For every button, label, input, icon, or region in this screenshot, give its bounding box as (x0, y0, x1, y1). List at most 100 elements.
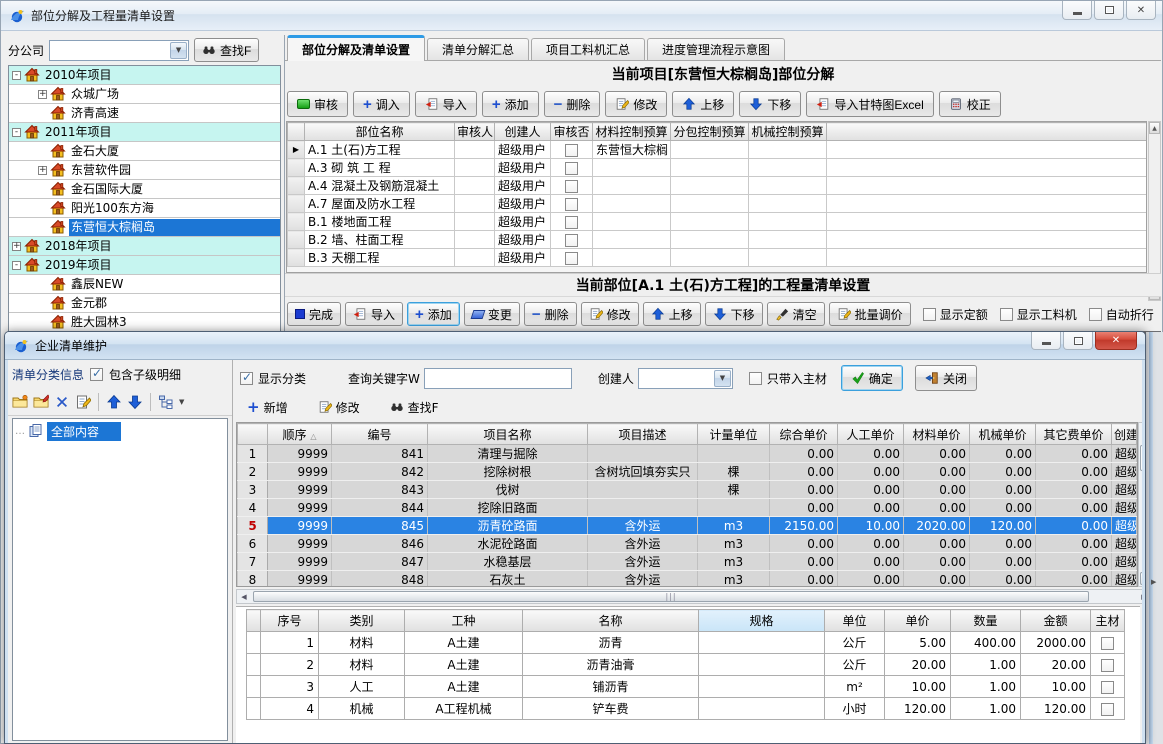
table-row[interactable]: A.7 屋面及防水工程 超级用户 (288, 195, 1148, 213)
main-material-checkbox[interactable] (1101, 659, 1114, 672)
import-button[interactable]: 导入 (345, 302, 403, 326)
column-header[interactable]: 项目名称 (428, 424, 588, 445)
ok-button[interactable]: 确定 (841, 365, 903, 391)
column-header[interactable]: 项目描述 (588, 424, 698, 445)
table-row[interactable]: 3人工A土建铺沥青m²10.001.0010.00 (247, 676, 1125, 698)
column-header[interactable]: 其它费单价 (1036, 424, 1112, 445)
main-titlebar[interactable]: 部位分解及工程量清单设置 (1, 1, 1162, 31)
delete-button[interactable]: −删除 (544, 91, 601, 117)
column-header[interactable]: 机械单价 (970, 424, 1036, 445)
tree-item[interactable]: - 2011年项目 (9, 123, 280, 142)
table-row[interactable]: 29999842挖除树根含树坑回填夯实只棵0.000.000.000.000.0… (238, 463, 1137, 481)
tree-item[interactable]: 济青高速 (9, 104, 280, 123)
main-material-checkbox[interactable] (1101, 703, 1114, 716)
move-down-icon[interactable] (127, 394, 143, 410)
add-button[interactable]: +添加 (407, 302, 460, 326)
column-header[interactable]: 审核人 (455, 123, 495, 141)
new-folder-icon[interactable] (12, 394, 28, 410)
move-up-button[interactable]: 上移 (643, 302, 701, 326)
show-labor-material-checkbox[interactable] (1000, 308, 1013, 321)
dialog-titlebar[interactable]: 企业清单维护 (5, 332, 1145, 360)
column-header[interactable]: 工种 (405, 610, 523, 632)
add-button[interactable]: +添加 (482, 91, 539, 117)
audit-checkbox[interactable] (565, 144, 578, 157)
tree-item-selected[interactable]: 东营恒大棕榈岛 (9, 218, 280, 237)
tree-item-selected[interactable]: … 全部内容 (15, 421, 225, 441)
batch-price-button[interactable]: 批量调价 (829, 302, 911, 326)
tree-item[interactable]: 胜大园林3 (9, 313, 280, 332)
table-row[interactable]: 49999844挖除旧路面0.000.000.000.000.00超级 (238, 499, 1137, 517)
tree-item[interactable]: 金石大厦 (9, 142, 280, 161)
tree-item[interactable]: + 2018年项目 (9, 237, 280, 256)
dropdown-arrow-icon[interactable]: ▼ (179, 398, 184, 406)
edit-page-icon[interactable] (75, 394, 91, 410)
table-row[interactable]: A.4 混凝土及钢筋混凝土 超级用户 (288, 177, 1148, 195)
clear-button[interactable]: 清空 (767, 302, 825, 326)
column-header[interactable]: 单价 (885, 610, 951, 632)
auto-wrap-checkbox[interactable] (1089, 308, 1102, 321)
maximize-button[interactable] (1063, 332, 1093, 350)
close-button[interactable]: ✕ (1126, 1, 1156, 20)
audit-button[interactable]: 审核 (287, 91, 348, 117)
column-header[interactable]: 材料控制预算 (593, 123, 671, 141)
layout-icon[interactable] (158, 394, 174, 410)
table-row[interactable]: ▶ A.1 土(石)方工程 超级用户 东营恒大棕榈 (288, 141, 1148, 159)
collapse-icon[interactable]: - (12, 128, 21, 137)
tree-item[interactable]: 阳光100东方海 (9, 199, 280, 218)
close-dialog-button[interactable]: 关闭 (915, 365, 977, 391)
scroll-thumb[interactable]: ≡ (1140, 445, 1142, 471)
audit-checkbox[interactable] (565, 198, 578, 211)
audit-checkbox[interactable] (565, 216, 578, 229)
table-row[interactable]: B.1 楼地面工程 超级用户 (288, 213, 1148, 231)
audit-checkbox[interactable] (565, 180, 578, 193)
tree-item[interactable]: - 2019年项目 (9, 256, 280, 275)
only-main-material-checkbox[interactable] (749, 372, 762, 385)
column-header[interactable]: 序号 (261, 610, 319, 632)
table-row[interactable]: 19999841清理与掘除0.000.000.000.000.00超级 (238, 445, 1137, 463)
move-down-button[interactable]: 下移 (705, 302, 763, 326)
tab-list-summary[interactable]: 清单分解汇总 (427, 38, 529, 60)
show-quota-checkbox[interactable] (923, 308, 936, 321)
change-button[interactable]: 变更 (464, 302, 520, 326)
find-button[interactable]: 查找F (383, 396, 446, 419)
audit-checkbox[interactable] (565, 162, 578, 175)
modify-button[interactable]: 修改 (605, 91, 667, 117)
column-header[interactable]: 主材 (1091, 610, 1125, 632)
correct-button[interactable]: 校正 (939, 91, 1001, 117)
expand-icon[interactable]: + (12, 242, 21, 251)
main-material-checkbox[interactable] (1101, 681, 1114, 694)
branch-dropdown[interactable]: ▼ (49, 40, 189, 61)
column-header[interactable]: 创建人 (495, 123, 551, 141)
show-category-checkbox[interactable]: ✓ (240, 372, 253, 385)
tab-part-decomposition[interactable]: 部位分解及清单设置 (287, 35, 425, 61)
tree-item[interactable]: + 众城广场 (9, 85, 280, 104)
table-row[interactable]: 1材料A土建沥青公斤5.00400.002000.00 (247, 632, 1125, 654)
tree-item[interactable]: - 2010年项目 (9, 66, 280, 85)
audit-checkbox[interactable] (565, 234, 578, 247)
minimize-button[interactable] (1062, 1, 1092, 20)
delete-button[interactable]: −删除 (524, 302, 577, 326)
table-row[interactable]: B.3 天棚工程 超级用户 (288, 249, 1148, 267)
table-row[interactable]: B.2 墙、柱面工程 超级用户 (288, 231, 1148, 249)
table-row[interactable]: 89999848石灰土含外运m30.000.000.000.000.00超级 (238, 571, 1137, 588)
expand-icon[interactable]: + (38, 166, 47, 175)
call-in-button[interactable]: +调入 (353, 91, 410, 117)
column-header[interactable]: 机械控制预算 (749, 123, 827, 141)
column-header[interactable]: 金额 (1021, 610, 1091, 632)
tree-item[interactable]: 金石国际大厦 (9, 180, 280, 199)
new-button[interactable]: +新增 (240, 396, 295, 419)
table-row-selected[interactable]: 59999845沥青砼路面含外运m32150.0010.002020.00120… (238, 517, 1137, 535)
column-header[interactable]: 计量单位 (698, 424, 770, 445)
list-grid-vscrollbar[interactable]: ≡ ▼ (1138, 422, 1142, 587)
tab-progress-flow[interactable]: 进度管理流程示意图 (647, 38, 785, 60)
scroll-left-icon[interactable]: ◀ (237, 593, 251, 601)
scroll-thumb[interactable]: ||| (253, 591, 1089, 602)
move-down-button[interactable]: 下移 (739, 91, 801, 117)
move-up-icon[interactable] (106, 394, 122, 410)
tree-item[interactable]: 金元郡 (9, 294, 280, 313)
column-header[interactable]: 顺序 △ (268, 424, 332, 445)
scroll-right-icon[interactable]: ▶ (1137, 593, 1142, 601)
column-header[interactable]: 人工单价 (838, 424, 904, 445)
main-material-checkbox[interactable] (1101, 637, 1114, 650)
column-header[interactable]: 分包控制预算 (671, 123, 749, 141)
